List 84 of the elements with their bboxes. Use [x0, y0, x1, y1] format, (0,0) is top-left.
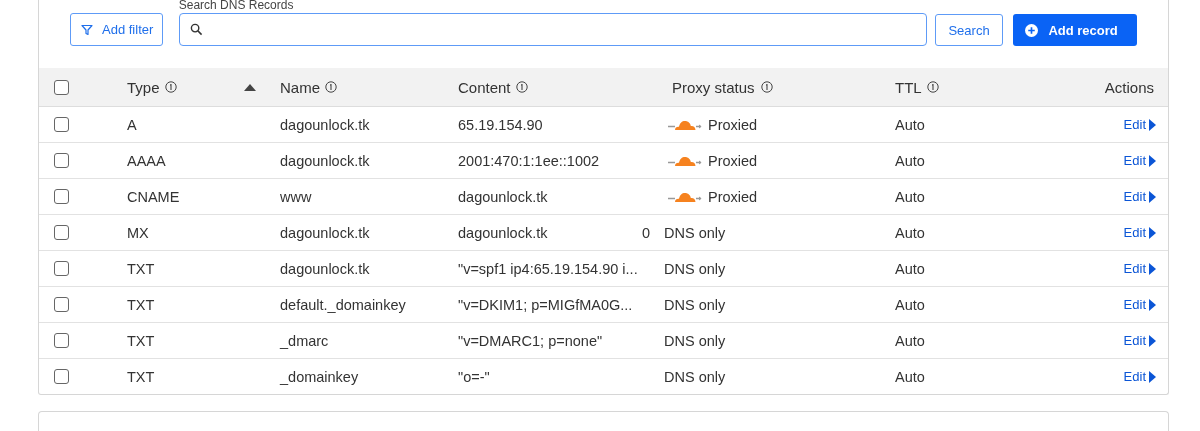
column-header: Name — [280, 78, 320, 96]
caret-icon — [1149, 298, 1156, 311]
caret-icon — [1149, 154, 1156, 167]
record-type: TXT — [127, 260, 155, 277]
record-type: CNAME — [127, 188, 180, 205]
record-name: _dmarc — [280, 332, 329, 349]
cloud-icon — [668, 190, 702, 203]
record-ttl: Auto — [895, 116, 925, 133]
select-all-checkbox[interactable] — [54, 79, 69, 95]
record-ttl: Auto — [895, 260, 925, 277]
plus-circle-icon — [1025, 23, 1039, 37]
record-name: dagounlock.tk — [280, 152, 370, 169]
record-ttl: Auto — [895, 224, 925, 241]
proxy-status: Proxied — [708, 188, 758, 205]
edit-link[interactable]: Edit — [1123, 261, 1146, 276]
proxy-status: Proxied — [708, 116, 758, 133]
caret-icon — [1149, 334, 1156, 347]
search-icon — [189, 23, 203, 36]
row-checkbox[interactable] — [54, 297, 69, 312]
filter-icon — [81, 23, 93, 36]
search-label: Search DNS Records — [178, 0, 295, 11]
record-type: TXT — [127, 296, 155, 313]
record-content: 65.19.154.90 — [458, 116, 543, 133]
record-priority: 0 — [641, 224, 650, 241]
caret-icon — [1149, 226, 1156, 239]
record-content: "o=-" — [458, 368, 490, 385]
search-field[interactable] — [178, 13, 927, 46]
proxy-status: Proxied — [708, 152, 758, 169]
edit-link[interactable]: Edit — [1123, 153, 1146, 168]
sort-arrow-icon[interactable] — [243, 83, 256, 91]
column-header: Actions — [1104, 78, 1154, 96]
record-content: 2001:470:1:1ee::1002 — [458, 152, 600, 169]
proxy-status: DNS only — [664, 368, 726, 385]
search-button[interactable]: Search — [934, 14, 1004, 46]
record-type: TXT — [127, 368, 155, 385]
row-checkbox[interactable] — [54, 117, 69, 132]
record-content: "v=DKIM1; p=MIGfMA0G... — [458, 296, 633, 313]
record-content: dagounlock.tk — [458, 188, 548, 205]
record-ttl: Auto — [895, 368, 925, 385]
record-type: A — [127, 116, 137, 133]
record-name: www — [280, 188, 312, 205]
column-header: Content — [458, 78, 511, 96]
record-type: AAAA — [127, 152, 166, 169]
record-content: dagounlock.tk — [458, 224, 548, 241]
proxy-status: DNS only — [664, 260, 726, 277]
record-ttl: Auto — [895, 188, 925, 205]
edit-link[interactable]: Edit — [1123, 225, 1146, 240]
cloud-icon — [668, 118, 702, 131]
row-checkbox[interactable] — [54, 225, 69, 240]
edit-link[interactable]: Edit — [1123, 117, 1146, 132]
row-checkbox[interactable] — [54, 189, 69, 204]
record-type: TXT — [127, 332, 155, 349]
caret-icon — [1149, 262, 1156, 275]
row-checkbox[interactable] — [54, 153, 69, 168]
row-checkbox[interactable] — [54, 369, 69, 384]
proxy-status: DNS only — [664, 224, 726, 241]
caret-icon — [1149, 370, 1156, 383]
record-ttl: Auto — [895, 152, 925, 169]
edit-link[interactable]: Edit — [1123, 189, 1146, 204]
column-header: Type — [127, 78, 160, 96]
record-content: "v=spf1 ip4:65.19.154.90 i... — [458, 260, 638, 277]
edit-link[interactable]: Edit — [1123, 369, 1146, 384]
record-content: "v=DMARC1; p=none" — [458, 332, 603, 349]
add-filter-button[interactable]: Add filter — [70, 13, 163, 46]
record-name: _domainkey — [280, 368, 359, 385]
add-record-button[interactable]: Add record — [1013, 14, 1137, 46]
cloud-icon — [668, 154, 702, 167]
record-name: default._domainkey — [280, 296, 406, 313]
column-header: Proxy status — [672, 78, 755, 96]
proxy-status: DNS only — [664, 332, 726, 349]
record-ttl: Auto — [895, 332, 925, 349]
record-name: dagounlock.tk — [280, 224, 370, 241]
column-header: TTL — [895, 78, 922, 96]
record-name: dagounlock.tk — [280, 260, 370, 277]
edit-link[interactable]: Edit — [1123, 333, 1146, 348]
edit-link[interactable]: Edit — [1123, 297, 1146, 312]
proxy-status: DNS only — [664, 296, 726, 313]
record-type: MX — [127, 224, 149, 241]
record-ttl: Auto — [895, 296, 925, 313]
record-name: dagounlock.tk — [280, 116, 370, 133]
caret-icon — [1149, 190, 1156, 203]
row-checkbox[interactable] — [54, 261, 69, 276]
caret-icon — [1149, 118, 1156, 131]
row-checkbox[interactable] — [54, 333, 69, 348]
